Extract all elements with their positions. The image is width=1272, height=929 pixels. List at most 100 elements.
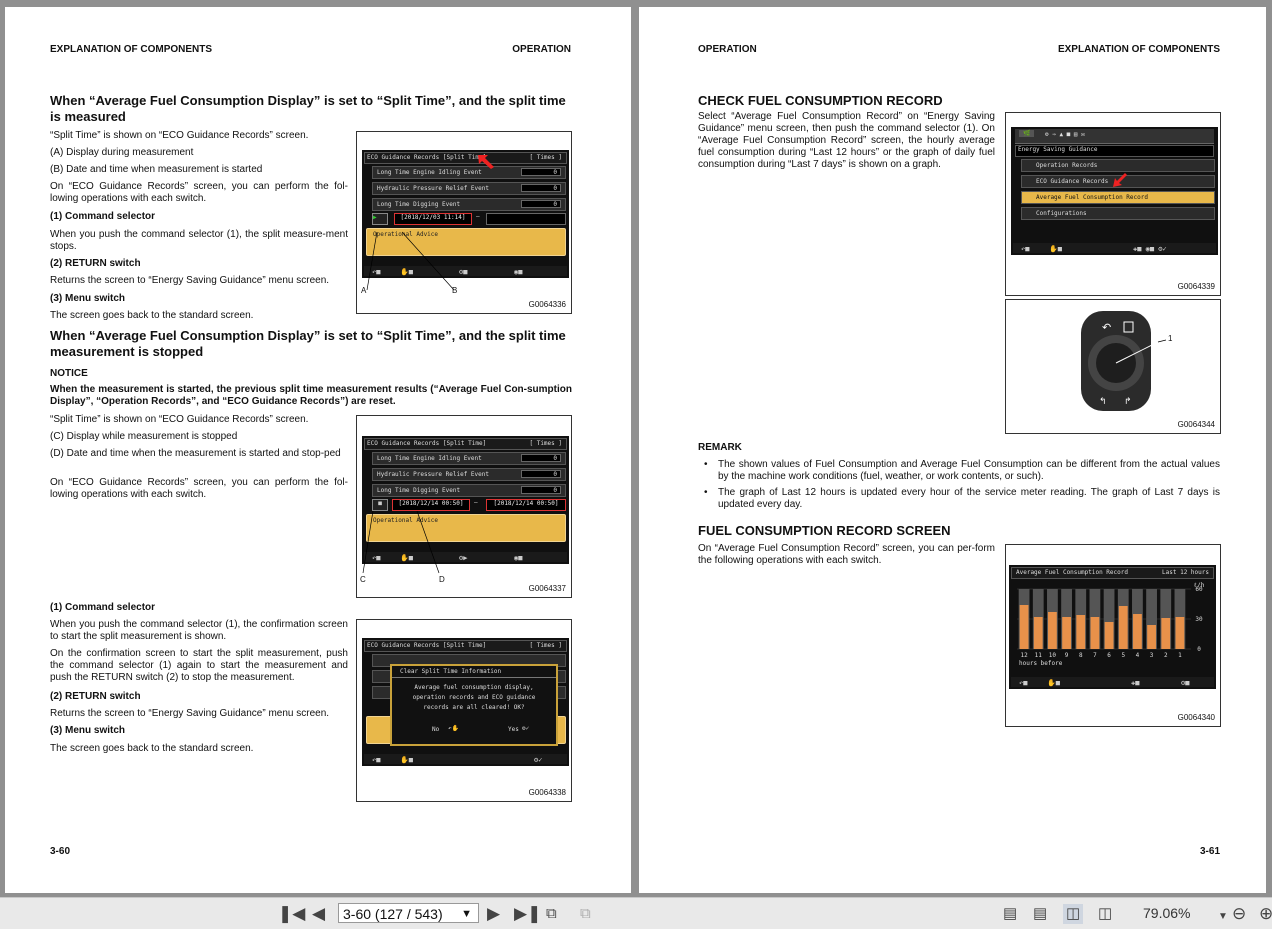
screen-title-unit: [ Times ]: [529, 440, 562, 447]
paragraph: The screen goes back to the standard scr…: [50, 310, 254, 321]
paragraph: (B) Date and time when measurement is st…: [50, 164, 263, 175]
record-row: Hydraulic Pressure Relief Event 0: [372, 468, 566, 481]
figure-code: G0064340: [1177, 713, 1215, 722]
x-tick-label: 9: [1065, 652, 1069, 659]
screen-title-bar: ECO Guidance Records [Split Time] [ Time…: [364, 152, 567, 164]
callout-lines: [366, 231, 455, 291]
zoom-level[interactable]: 79.06%: [1143, 905, 1190, 921]
dialog-title: Clear Split Time Information: [392, 666, 556, 678]
bar: [1033, 617, 1043, 649]
x-tick-label: 10: [1049, 652, 1057, 659]
screen-title-unit: [ Times ]: [529, 154, 562, 161]
label-d: D: [439, 575, 445, 584]
yes-option: Yes: [508, 726, 519, 733]
hand-icon: ✋■: [1047, 679, 1060, 687]
label-c: C: [360, 575, 366, 584]
return-icon: ↶✋: [448, 725, 460, 732]
section-heading-record-screen: FUEL CONSUMPTION RECORD SCREEN: [698, 523, 951, 538]
figure-energy-menu: 🌿 ⚙ ⇒ ▲ ■ ▤ ✉ Energy Saving Guidance Ope…: [1005, 112, 1221, 296]
chevron-down-icon[interactable]: ▼: [461, 904, 472, 924]
figure-command-selector: ↶ ↰ ↱ 1 G0064344: [1005, 299, 1221, 434]
remark-item: The shown values of Fuel Consumption and…: [698, 459, 1220, 483]
next-page-button[interactable]: ▶: [487, 904, 500, 924]
figure-fuel-record-chart: Average Fuel Consumption Record Last 12 …: [1005, 544, 1221, 727]
leaf-icon: 🌿: [1019, 130, 1035, 137]
x-axis-label: hours before: [1019, 660, 1063, 667]
continuous-view-icon[interactable]: ▤: [1033, 904, 1047, 924]
paragraph: On “ECO Guidance Records” screen, you ca…: [50, 181, 348, 204]
previous-page-button[interactable]: ◀: [312, 904, 325, 924]
remark-list: The shown values of Fuel Consumption and…: [698, 459, 1220, 515]
paragraph: The screen goes back to the standard scr…: [50, 743, 254, 754]
zoom-in-icon[interactable]: ⊕: [1259, 904, 1272, 924]
paragraph: On the confirmation screen to start the …: [50, 648, 348, 683]
next-view-icon[interactable]: ⧉: [580, 904, 591, 924]
label-a: A: [361, 286, 367, 295]
selector-icon: ✚■: [1131, 679, 1140, 687]
pdf-page-left: EXPLANATION OF COMPONENTS OPERATION When…: [5, 7, 631, 893]
zoom-out-icon[interactable]: ⊖: [1232, 904, 1246, 924]
paragraph: When you push the command selector (1), …: [50, 619, 348, 642]
bar: [1118, 606, 1128, 649]
fuel-bar-chart: 12 11 10 9 8 7 6 5 4 3 2 160300ℓ/hhours before: [1017, 582, 1205, 667]
svg-text:↱: ↱: [1124, 397, 1132, 407]
return-icon: ↶■: [1019, 679, 1028, 687]
no-option: No: [432, 726, 440, 733]
notice-heading: NOTICE: [50, 368, 88, 379]
first-page-button[interactable]: ❚◀: [278, 904, 305, 924]
y-tick-label: 0: [1197, 646, 1201, 653]
subheading: (3) Menu switch: [50, 293, 126, 304]
figure-code: G0064339: [1177, 282, 1215, 291]
paragraph: On “ECO Guidance Records” screen, you ca…: [50, 477, 348, 500]
figure-code: G0064336: [528, 300, 566, 309]
tab-icons: ⚙ ⇒ ▲ ■ ▤ ✉: [1045, 131, 1085, 138]
menu-item-selected: Average Fuel Consumption Record: [1021, 191, 1215, 204]
running-header-right: EXPLANATION OF COMPONENTS: [1057, 44, 1220, 55]
subheading: (1) Command selector: [50, 211, 156, 222]
subheading: (1) Command selector: [50, 602, 156, 613]
bar: [1076, 615, 1086, 649]
paragraph: Returns the screen to “Energy Saving Gui…: [50, 275, 330, 286]
bar: [1019, 605, 1029, 649]
screen-title-bar: ECO Guidance Records [Split Time] [ Time…: [364, 640, 567, 652]
screen-title: ECO Guidance Records [Split Time]: [367, 642, 487, 649]
dialog-text: operation records and ECO guidance: [412, 694, 536, 701]
bar: [1090, 617, 1100, 649]
page-number: 3-60: [50, 846, 71, 857]
label-1: 1: [1168, 334, 1173, 343]
previous-view-icon[interactable]: ⧉: [546, 904, 557, 924]
record-row: Long Time Digging Event 0: [372, 198, 566, 211]
running-header-right: OPERATION: [512, 44, 571, 55]
svg-text:↶: ↶: [1102, 321, 1111, 334]
zoom-dropdown-icon[interactable]: ▼: [1218, 907, 1228, 927]
menu-item: Configurations: [1021, 207, 1215, 220]
x-tick-label: 6: [1107, 652, 1111, 659]
monitor-screen: 🌿 ⚙ ⇒ ▲ ■ ▤ ✉ Energy Saving Guidance Ope…: [1011, 127, 1218, 255]
page-number: 3-61: [1199, 846, 1220, 857]
paragraph: Select “Average Fuel Consumption Record”…: [698, 111, 995, 170]
hand-icon: ✋■: [1049, 245, 1062, 253]
page-number-input[interactable]: 3-60 (127 / 543) ▼: [338, 903, 479, 923]
subheading: (2) RETURN switch: [50, 258, 141, 269]
remark-item: The graph of Last 12 hours is updated ev…: [698, 487, 1220, 511]
figure-code: G0064338: [528, 788, 566, 797]
running-header-left: EXPLANATION OF COMPONENTS: [50, 44, 213, 55]
x-tick-label: 1: [1178, 652, 1182, 659]
facing-view-icon[interactable]: ◫: [1063, 904, 1084, 924]
red-arrow-icon: [1113, 173, 1127, 187]
selector-icon: ✚■ ◉■ ⚙✓: [1133, 245, 1167, 253]
menu-icon: ⚙■: [1181, 679, 1190, 687]
command-selector-illustration: ↶ ↰ ↱: [1081, 311, 1167, 411]
screen-title-bar: Average Fuel Consumption Record Last 12 …: [1011, 567, 1214, 579]
monitor-screen: Average Fuel Consumption Record Last 12 …: [1009, 565, 1216, 689]
record-row: Long Time Engine Idling Event 0: [372, 166, 566, 179]
last-page-button[interactable]: ▶❚: [514, 904, 541, 924]
y-tick-label: 30: [1195, 616, 1203, 623]
continuous-facing-view-icon[interactable]: ◫: [1098, 904, 1112, 924]
single-page-view-icon[interactable]: ▤: [1003, 904, 1017, 924]
x-tick-label: 8: [1079, 652, 1083, 659]
paragraph: (C) Display while measurement is stopped: [50, 431, 238, 442]
paragraph: Returns the screen to “Energy Saving Gui…: [50, 708, 330, 719]
svg-text:↰: ↰: [1099, 397, 1107, 407]
section-heading-split-measured: When “Average Fuel Consumption Display” …: [50, 93, 566, 124]
